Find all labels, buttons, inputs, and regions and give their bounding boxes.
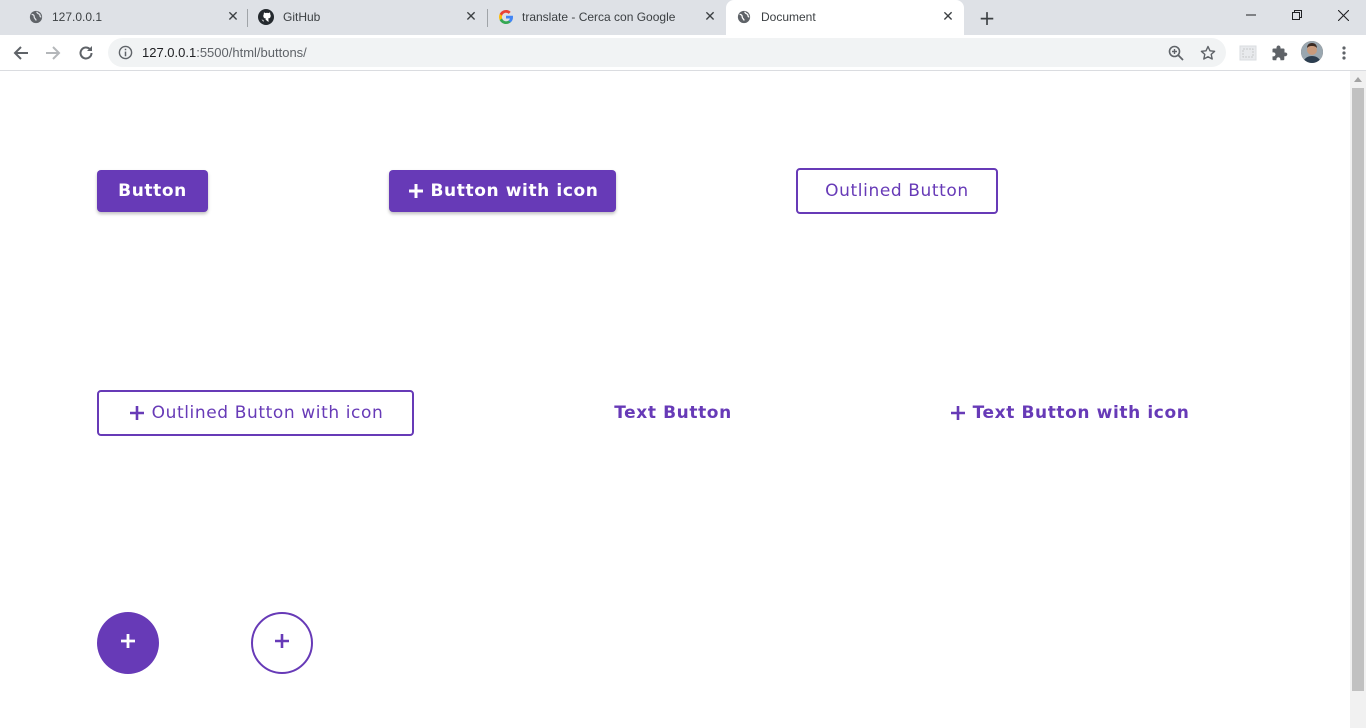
restore-button[interactable] — [1274, 0, 1320, 30]
outlined-button-with-icon[interactable]: Outlined Button with icon — [97, 390, 414, 436]
address-bar[interactable]: 127.0.0.1:5500/html/buttons/ — [108, 38, 1226, 67]
close-icon[interactable]: ✕ — [701, 8, 719, 26]
button-label: Outlined Button with icon — [151, 403, 384, 423]
scrollbar-thumb[interactable] — [1352, 88, 1364, 691]
url-host: 127.0.0.1 — [142, 45, 197, 60]
close-icon[interactable]: ✕ — [939, 8, 957, 26]
new-tab-button[interactable]: + — [976, 6, 998, 30]
close-icon[interactable]: ✕ — [224, 8, 242, 26]
text-button[interactable]: Text Button — [602, 392, 744, 434]
forward-button[interactable] — [39, 39, 67, 67]
extension-icon[interactable] — [1237, 42, 1259, 64]
back-button[interactable] — [7, 39, 35, 67]
google-icon — [498, 9, 514, 25]
bookmark-star-icon[interactable] — [1198, 43, 1218, 63]
url-text[interactable]: 127.0.0.1:5500/html/buttons/ — [142, 45, 307, 60]
close-window-button[interactable] — [1320, 0, 1366, 30]
plus-icon — [949, 404, 967, 422]
fab-filled-button[interactable] — [97, 612, 159, 674]
plus-icon — [407, 182, 425, 200]
zoom-icon[interactable] — [1166, 43, 1186, 63]
button-label: Outlined Button — [825, 181, 969, 201]
text-button-with-icon[interactable]: Text Button with icon — [944, 392, 1194, 434]
contained-button-with-icon[interactable]: Button with icon — [389, 170, 616, 212]
contained-button[interactable]: Button — [97, 170, 208, 212]
minimize-button[interactable] — [1228, 0, 1274, 30]
vertical-scrollbar[interactable] — [1350, 71, 1366, 728]
globe-icon — [736, 9, 752, 25]
reload-button[interactable] — [72, 39, 100, 67]
plus-icon — [128, 404, 146, 422]
button-label: Button — [118, 181, 187, 201]
tab-google[interactable]: translate - Cerca con Google ✕ — [488, 0, 726, 35]
url-path: :5500/html/buttons/ — [196, 45, 307, 60]
tab-127[interactable]: 127.0.0.1 ✕ — [8, 0, 248, 35]
github-icon — [258, 9, 274, 25]
profile-avatar[interactable] — [1301, 41, 1323, 63]
button-label: Text Button — [614, 403, 732, 423]
button-label: Text Button with icon — [972, 403, 1190, 423]
info-icon[interactable] — [118, 45, 133, 60]
tab-github[interactable]: GitHub ✕ — [248, 0, 488, 35]
tab-title: translate - Cerca con Google — [522, 10, 676, 24]
page-content: Button Button with icon Outlined Button … — [0, 71, 1350, 728]
tab-title: 127.0.0.1 — [52, 10, 103, 24]
menu-kebab-icon[interactable] — [1333, 42, 1355, 64]
close-icon[interactable]: ✕ — [462, 8, 480, 26]
scroll-up-arrow-icon[interactable] — [1350, 71, 1366, 87]
browser-toolbar: 127.0.0.1:5500/html/buttons/ — [0, 35, 1366, 71]
tab-title: GitHub — [283, 10, 321, 24]
plus-icon — [274, 633, 290, 654]
plus-icon — [120, 633, 136, 654]
tab-title: Document — [761, 10, 816, 24]
fab-outlined-button[interactable] — [251, 612, 313, 674]
globe-icon — [28, 9, 44, 25]
extensions-puzzle-icon[interactable] — [1269, 42, 1291, 64]
outlined-button[interactable]: Outlined Button — [796, 168, 998, 214]
tab-document[interactable]: Document ✕ — [726, 0, 964, 35]
tab-strip: 127.0.0.1 ✕ GitHub ✕ translate - Cerca c… — [0, 0, 1366, 35]
button-label: Button with icon — [430, 181, 599, 201]
